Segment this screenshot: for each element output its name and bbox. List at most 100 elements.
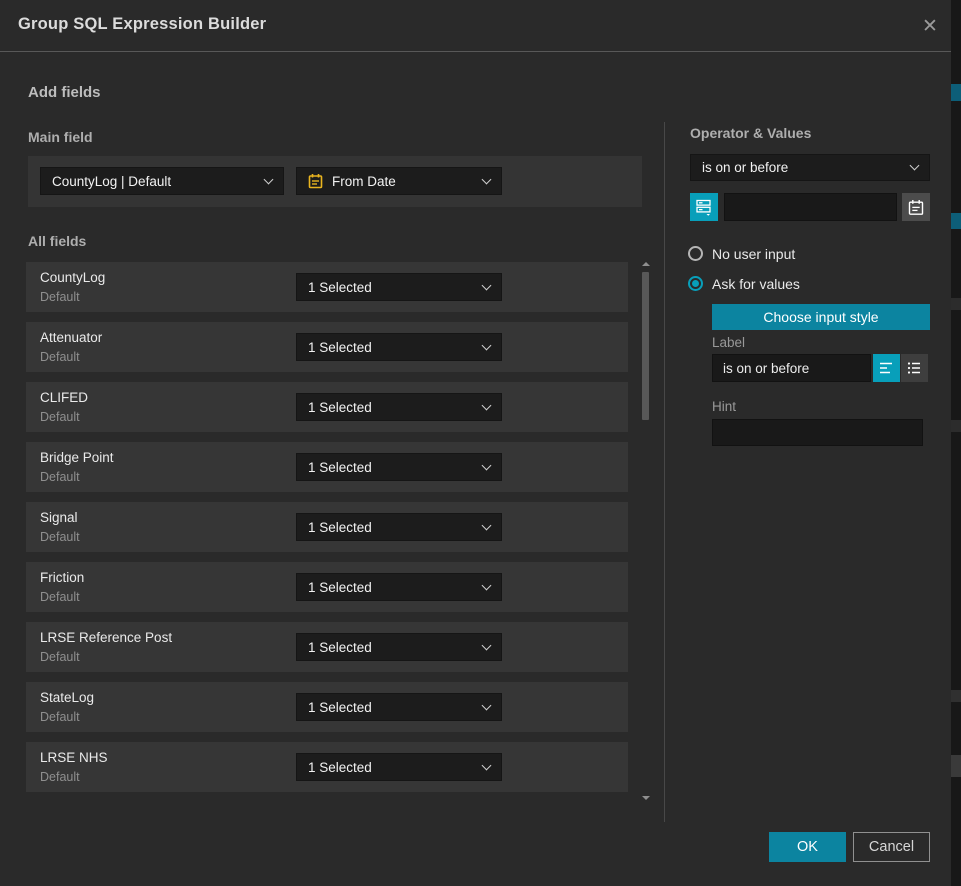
field-selected-dropdown[interactable]: 1 Selected: [296, 333, 502, 361]
field-row: Attenuator Default 1 Selected: [26, 322, 628, 372]
field-row: StateLog Default 1 Selected: [26, 682, 628, 732]
value-date-input[interactable]: [724, 193, 897, 221]
field-name: StateLog: [40, 690, 94, 705]
layer-select-value: CountyLog | Default: [52, 174, 171, 189]
ok-button[interactable]: OK: [769, 832, 846, 862]
radio-no-user-input-label[interactable]: No user input: [712, 246, 795, 262]
field-name: Bridge Point: [40, 450, 114, 465]
field-selected-dropdown[interactable]: 1 Selected: [296, 513, 502, 541]
field-selected-dropdown-label: 1 Selected: [308, 700, 372, 715]
chevron-down-icon: [482, 280, 492, 290]
background-app-strip: [951, 0, 961, 886]
background-fragment: [951, 690, 961, 702]
operator-select-value: is on or before: [702, 160, 788, 175]
background-fragment: [951, 755, 961, 777]
chevron-down-icon: [482, 460, 492, 470]
field-subtitle: Default: [40, 290, 80, 304]
field-selected-dropdown[interactable]: 1 Selected: [296, 693, 502, 721]
chevron-down-icon: [482, 580, 492, 590]
field-selected-dropdown-label: 1 Selected: [308, 400, 372, 415]
field-name: LRSE Reference Post: [40, 630, 172, 645]
field-name: CLIFED: [40, 390, 88, 405]
field-row: Friction Default 1 Selected: [26, 562, 628, 612]
field-name: CountyLog: [40, 270, 105, 285]
chevron-down-icon: [482, 400, 492, 410]
field-subtitle: Default: [40, 710, 80, 724]
chevron-down-icon: [482, 340, 492, 350]
align-left-toggle-button[interactable]: [873, 354, 900, 382]
field-subtitle: Default: [40, 530, 80, 544]
panel-divider: [664, 122, 665, 822]
chevron-down-icon: [482, 700, 492, 710]
label-input[interactable]: [712, 354, 871, 382]
cancel-button[interactable]: Cancel: [853, 832, 930, 862]
chevron-down-icon: [482, 640, 492, 650]
operator-select[interactable]: is on or before: [690, 154, 930, 181]
unique-values-icon: [696, 199, 713, 216]
close-icon[interactable]: ✕: [916, 12, 944, 40]
field-row: Bridge Point Default 1 Selected: [26, 442, 628, 492]
radio-ask-for-values[interactable]: [688, 276, 703, 291]
dialog-title: Group SQL Expression Builder: [18, 15, 266, 34]
dialog-header: Group SQL Expression Builder ✕: [0, 0, 951, 52]
scroll-down-arrow-icon[interactable]: [642, 796, 650, 800]
calendar-icon: [908, 199, 924, 216]
field-subtitle: Default: [40, 350, 80, 364]
all-fields-label: All fields: [28, 233, 86, 249]
field-subtitle: Default: [40, 410, 80, 424]
field-selected-dropdown[interactable]: 1 Selected: [296, 393, 502, 421]
field-row: LRSE NHS Default 1 Selected: [26, 742, 628, 792]
chevron-down-icon: [482, 174, 492, 184]
background-fragment: [951, 84, 961, 101]
field-selected-dropdown-label: 1 Selected: [308, 760, 372, 775]
field-row: Signal Default 1 Selected: [26, 502, 628, 552]
choose-input-style-button[interactable]: Choose input style: [712, 304, 930, 330]
chevron-down-icon: [910, 161, 920, 171]
field-row: CountyLog Default 1 Selected: [26, 262, 628, 312]
date-picker-button[interactable]: [902, 193, 930, 221]
field-selected-dropdown[interactable]: 1 Selected: [296, 633, 502, 661]
field-name: Attenuator: [40, 330, 102, 345]
field-selected-dropdown-label: 1 Selected: [308, 340, 372, 355]
background-fragment: [951, 213, 961, 229]
add-fields-heading: Add fields: [28, 84, 101, 101]
bulleted-list-toggle-button[interactable]: [901, 354, 928, 382]
main-field-select[interactable]: From Date: [296, 167, 502, 195]
field-selected-dropdown[interactable]: 1 Selected: [296, 573, 502, 601]
unique-values-button[interactable]: [690, 193, 718, 221]
all-fields-list: CountyLog Default 1 Selected Attenuator …: [26, 262, 628, 802]
scrollbar-thumb[interactable]: [642, 272, 649, 420]
main-field-label: Main field: [28, 129, 93, 145]
list-scrollbar[interactable]: [641, 260, 651, 802]
radio-ask-for-values-label[interactable]: Ask for values: [712, 276, 800, 292]
layer-select[interactable]: CountyLog | Default: [40, 167, 284, 195]
field-name: Friction: [40, 570, 84, 585]
field-selected-dropdown[interactable]: 1 Selected: [296, 753, 502, 781]
field-selected-dropdown[interactable]: 1 Selected: [296, 453, 502, 481]
field-subtitle: Default: [40, 770, 80, 784]
field-row: CLIFED Default 1 Selected: [26, 382, 628, 432]
background-fragment: [951, 298, 961, 310]
field-name: LRSE NHS: [40, 750, 108, 765]
field-subtitle: Default: [40, 590, 80, 604]
field-selected-dropdown-label: 1 Selected: [308, 520, 372, 535]
main-field-panel: CountyLog | Default From Date: [28, 156, 642, 207]
field-selected-dropdown-label: 1 Selected: [308, 580, 372, 595]
field-selected-dropdown-label: 1 Selected: [308, 460, 372, 475]
field-name: Signal: [40, 510, 78, 525]
radio-no-user-input[interactable]: [688, 246, 703, 261]
chevron-down-icon: [482, 520, 492, 530]
chevron-down-icon: [482, 760, 492, 770]
field-selected-dropdown-label: 1 Selected: [308, 280, 372, 295]
hint-caption: Hint: [712, 399, 736, 414]
scroll-up-arrow-icon[interactable]: [642, 262, 650, 266]
main-field-select-value: From Date: [332, 174, 396, 189]
chevron-down-icon: [264, 174, 274, 184]
label-caption: Label: [712, 335, 745, 350]
align-left-icon: [879, 361, 894, 375]
hint-input[interactable]: [712, 419, 923, 446]
field-selected-dropdown-label: 1 Selected: [308, 640, 372, 655]
operator-values-heading: Operator & Values: [690, 125, 811, 141]
field-selected-dropdown[interactable]: 1 Selected: [296, 273, 502, 301]
calendar-icon: [308, 173, 323, 189]
